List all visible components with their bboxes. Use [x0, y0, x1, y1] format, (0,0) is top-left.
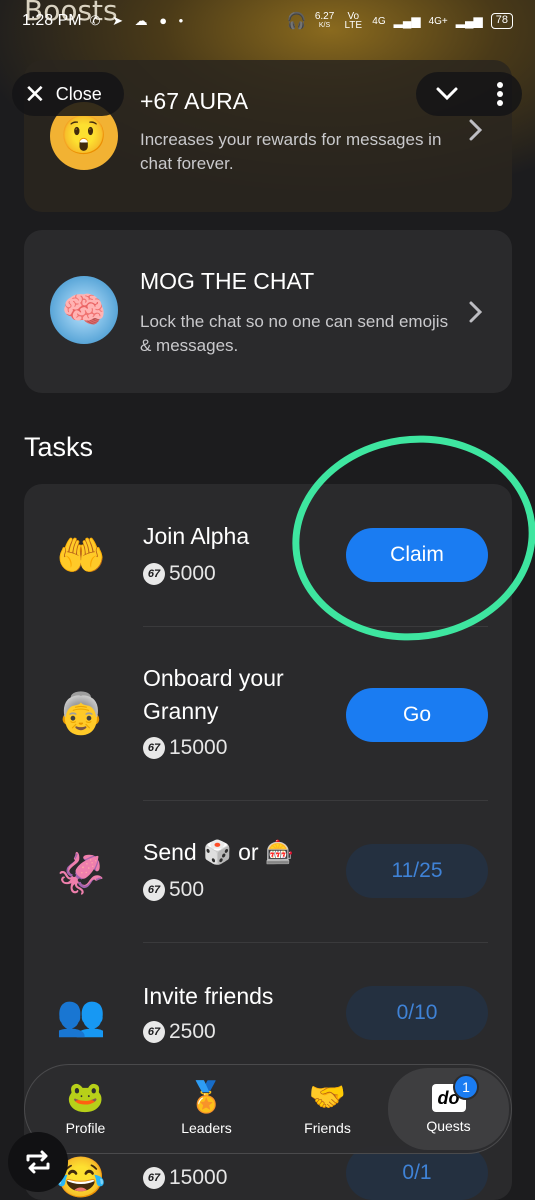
nav-label: Leaders: [181, 1120, 232, 1136]
notification-icons: ✆ ➤ ☁ ● •: [89, 13, 188, 28]
boost-title: +67 AURA: [140, 88, 249, 114]
close-icon: ✕: [24, 79, 46, 109]
nav-label: Profile: [65, 1120, 106, 1136]
boost-card-mog[interactable]: 🧠 MOG THE CHAT Lock the chat so no one c…: [24, 230, 512, 393]
close-button[interactable]: ✕ Close: [12, 72, 124, 116]
coin-icon: 67: [143, 1167, 165, 1189]
task-row-send: 🦑 Send 🎲 or 🎰 67 500 11/25: [24, 800, 512, 942]
task-title-middle: or: [238, 839, 259, 865]
task-reward: 67 5000: [143, 562, 216, 586]
task-reward-value: 15000: [169, 736, 228, 759]
boost-title: MOG THE CHAT: [140, 268, 315, 294]
chevron-right-icon: [469, 301, 483, 323]
nav-item-quests[interactable]: do Quests 1: [388, 1068, 509, 1150]
granny-emoji: 👵: [56, 691, 106, 736]
dice-emoji: 🎲: [203, 839, 232, 865]
laptop-squid-emoji: 🦑: [56, 851, 106, 896]
network-4g-plus: 4G+: [428, 15, 448, 27]
coin-icon: 67: [143, 563, 165, 585]
task-reward: 67 15000: [143, 1166, 227, 1190]
chevron-right-icon: [469, 119, 483, 141]
status-bar: 1:28 PM ✆ ➤ ☁ ● • 🎧 6.27 K/S Vo LTE 4G ▂…: [0, 0, 535, 42]
close-label: Close: [55, 83, 102, 104]
67-hands-emoji: 🤲: [56, 533, 106, 578]
chevron-down-icon[interactable]: [435, 86, 459, 102]
progress-button[interactable]: 0/10: [346, 986, 488, 1040]
task-title-prefix: Send: [143, 839, 197, 865]
nav-label: Friends: [304, 1120, 351, 1136]
notification-badge: 1: [453, 1074, 479, 1100]
task-title: Send 🎲 or 🎰: [143, 836, 343, 869]
network-speed: 6.27 K/S: [315, 12, 334, 30]
menu-pill: [416, 72, 522, 116]
more-options-icon[interactable]: [496, 81, 504, 107]
task-reward-value: 500: [169, 878, 205, 901]
network-4g: 4G: [372, 15, 386, 27]
repeat-icon: [26, 1150, 50, 1174]
tasks-heading: Tasks: [24, 432, 94, 462]
swap-floating-button[interactable]: [8, 1132, 68, 1192]
task-reward-value: 2500: [169, 1020, 216, 1043]
friends-emoji: 👥: [56, 993, 106, 1038]
task-title: Invite friends: [143, 983, 274, 1009]
coin-icon: 67: [143, 737, 165, 759]
status-right: 🎧 6.27 K/S Vo LTE 4G ▂▄▆ 4G+ ▂▄▆ 78: [287, 11, 513, 31]
handshake-icon: 🤝: [308, 1081, 347, 1114]
progress-button[interactable]: 0/1: [346, 1146, 488, 1200]
coin-icon: 67: [143, 879, 165, 901]
67-chain-icon: 🏅: [187, 1081, 226, 1114]
signal-icon-2: ▂▄▆: [455, 14, 483, 28]
task-reward: 67 2500: [143, 1020, 216, 1044]
task-title: Onboard your Granny: [143, 665, 284, 724]
task-reward-value: 15000: [169, 1166, 228, 1189]
headphones-icon: 🎧: [286, 13, 307, 30]
bottom-nav: 🐸 Profile 🏅 Leaders 🤝 Friends do Quests …: [24, 1064, 512, 1154]
go-button[interactable]: Go: [346, 688, 488, 742]
battery-indicator: 78: [490, 13, 513, 29]
task-row-onboard-granny: 👵 Onboard your Granny 67 15000 Go: [24, 626, 512, 800]
signal-icon: ▂▄▆: [393, 14, 421, 28]
nav-item-friends[interactable]: 🤝 Friends: [267, 1065, 388, 1153]
boost-description: Increases your rewards for messages in c…: [140, 130, 442, 173]
task-reward-value: 5000: [169, 562, 216, 585]
slot-machine-emoji: 🎰: [264, 839, 294, 865]
nav-label: Quests: [426, 1118, 471, 1134]
boost-description: Lock the chat so no one can send emojis …: [140, 312, 449, 355]
frog-crown-icon: 🐸: [66, 1081, 105, 1114]
speed-value: 6.27: [314, 11, 335, 22]
coin-icon: 67: [143, 1021, 165, 1043]
task-row-invite-friends: 👥 Invite friends 67 2500 0/10: [24, 942, 512, 1084]
nav-item-leaders[interactable]: 🏅 Leaders: [146, 1065, 267, 1153]
volte-indicator: Vo LTE: [344, 11, 363, 31]
progress-button[interactable]: 11/25: [346, 844, 488, 898]
status-time: 1:28 PM: [22, 12, 82, 29]
speed-unit: K/S: [318, 22, 331, 29]
task-reward: 67 15000: [143, 736, 227, 760]
task-reward: 67 500: [143, 878, 204, 902]
frozen-brain-emoji: 🧠: [50, 276, 118, 344]
